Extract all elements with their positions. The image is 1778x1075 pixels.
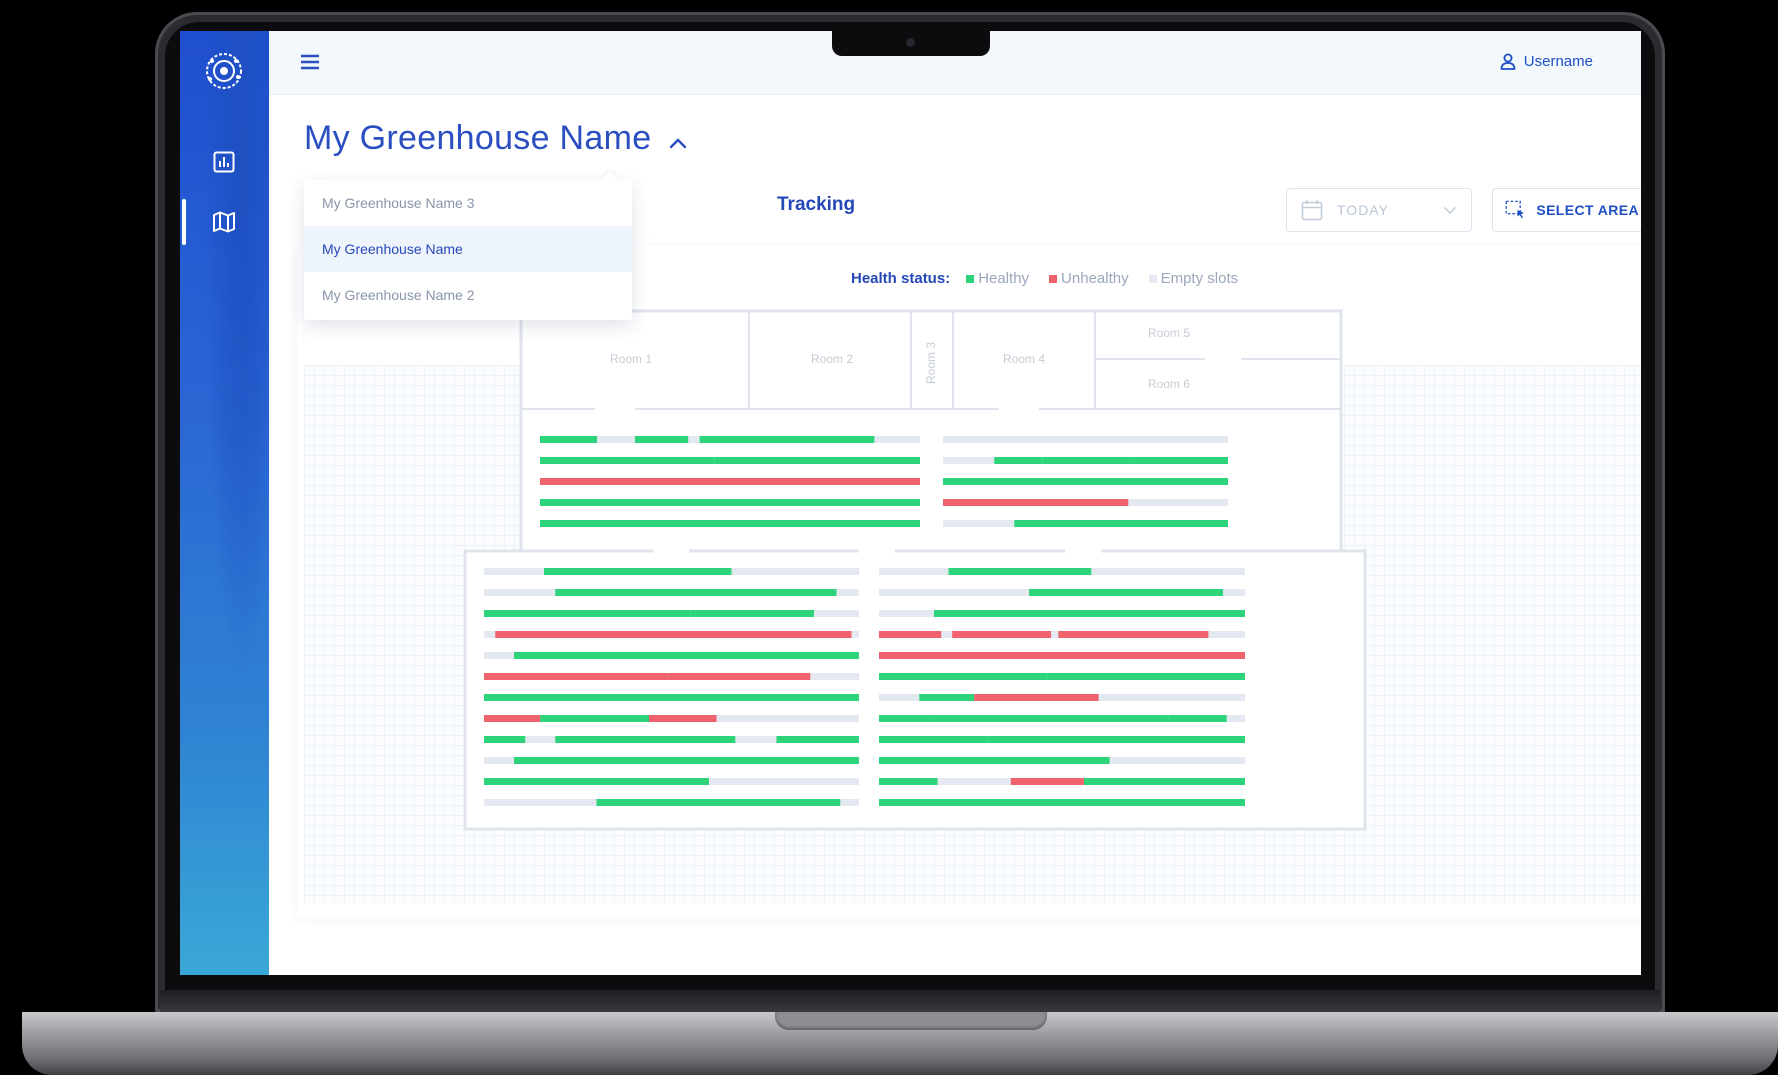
healthy-plant-segment[interactable] <box>484 778 709 785</box>
healthy-plant-segment[interactable] <box>879 778 938 785</box>
room-label: Room 6 <box>1148 377 1190 391</box>
unhealthy-plant-segment[interactable] <box>1058 631 1209 638</box>
door <box>1065 545 1101 557</box>
door <box>999 403 1039 415</box>
unhealthy-plant-segment[interactable] <box>952 631 1052 638</box>
healthy-plant-segment[interactable] <box>1047 673 1245 680</box>
app-screen: Username My Greenhouse Name Tracking TOD… <box>180 31 1641 975</box>
unhealthy-plant-segment[interactable] <box>1010 778 1084 785</box>
healthy-plant-segment[interactable] <box>555 736 736 743</box>
unhealthy-plant-segment[interactable] <box>791 631 852 638</box>
healthy-plant-segment[interactable] <box>1133 457 1228 464</box>
healthy-plant-segment[interactable] <box>484 694 859 701</box>
dropdown-item[interactable]: My Greenhouse Name 3 <box>304 180 632 226</box>
healthy-plant-segment[interactable] <box>1029 589 1224 596</box>
unhealthy-plant-segment[interactable] <box>495 631 582 638</box>
healthy-plant-segment[interactable] <box>540 715 649 722</box>
healthy-plant-segment[interactable] <box>514 757 709 764</box>
laptop-mockup: Username My Greenhouse Name Tracking TOD… <box>0 0 1778 1075</box>
unhealthy-plant-segment[interactable] <box>943 499 1129 506</box>
bar-chart-icon <box>213 151 235 173</box>
healthy-plant-segment[interactable] <box>879 757 1110 764</box>
healthy-plant-segment[interactable] <box>943 478 1228 485</box>
camera-dot <box>906 38 915 47</box>
door <box>859 545 895 557</box>
healthy-plant-segment[interactable] <box>555 589 837 596</box>
sidebar <box>180 31 269 975</box>
unhealthy-plant-segment[interactable] <box>649 715 717 722</box>
sidebar-item-dashboard[interactable] <box>207 145 241 179</box>
unhealthy-plant-segment[interactable] <box>544 673 668 680</box>
healthy-plant-segment[interactable] <box>544 568 732 575</box>
door <box>1205 353 1241 365</box>
unhealthy-plant-segment[interactable] <box>540 478 666 485</box>
unhealthy-plant-segment[interactable] <box>484 673 544 680</box>
healthy-plant-segment[interactable] <box>1168 715 1227 722</box>
room-label: Room 1 <box>610 352 652 366</box>
healthy-plant-segment[interactable] <box>919 694 975 701</box>
healthy-plant-segment[interactable] <box>879 673 1048 680</box>
laptop-thumb-notch <box>775 1012 1047 1030</box>
healthy-plant-segment[interactable] <box>1098 610 1245 617</box>
healthy-plant-segment[interactable] <box>709 757 859 764</box>
unhealthy-plant-segment[interactable] <box>879 652 1245 659</box>
healthy-plant-segment[interactable] <box>484 736 526 743</box>
user-icon <box>1500 53 1516 70</box>
unhealthy-plant-segment[interactable] <box>484 715 541 722</box>
healthy-plant-segment[interactable] <box>514 652 574 659</box>
user-menu[interactable]: Username <box>1500 53 1593 70</box>
healthy-plant-segment[interactable] <box>1083 778 1245 785</box>
healthy-plant-segment[interactable] <box>879 715 931 722</box>
healthy-plant-segment[interactable] <box>540 436 597 443</box>
healthy-plant-segment[interactable] <box>597 499 920 506</box>
healthy-plant-segment[interactable] <box>690 610 814 617</box>
unhealthy-plant-segment[interactable] <box>581 631 792 638</box>
map-icon <box>213 211 235 233</box>
greenhouse-dropdown: My Greenhouse Name 3 My Greenhouse Name … <box>304 180 632 320</box>
healthy-plant-segment[interactable] <box>484 610 691 617</box>
healthy-plant-segment[interactable] <box>574 652 859 659</box>
plant-row-track <box>943 436 1228 443</box>
healthy-plant-segment[interactable] <box>540 499 597 506</box>
healthy-plant-segment[interactable] <box>776 736 860 743</box>
healthy-plant-segment[interactable] <box>879 799 1245 806</box>
hamburger-menu-icon[interactable] <box>299 51 321 73</box>
username-label: Username <box>1523 53 1593 70</box>
healthy-plant-segment[interactable] <box>540 457 715 464</box>
healthy-plant-segment[interactable] <box>933 610 1099 617</box>
dropdown-item-selected[interactable]: My Greenhouse Name <box>304 226 632 272</box>
unhealthy-plant-segment[interactable] <box>836 478 920 485</box>
sidebar-active-indicator <box>182 199 186 245</box>
healthy-plant-segment[interactable] <box>635 436 689 443</box>
healthy-plant-segment[interactable] <box>1014 520 1228 527</box>
healthy-plant-segment[interactable] <box>994 457 1043 464</box>
healthy-plant-segment[interactable] <box>930 715 1169 722</box>
door <box>653 545 689 557</box>
healthy-plant-segment[interactable] <box>699 436 875 443</box>
camera-notch <box>832 30 990 56</box>
healthy-plant-segment[interactable] <box>988 736 1245 743</box>
laptop-hinge <box>160 990 1660 1014</box>
main-content: My Greenhouse Name Tracking TODAY SELECT… <box>269 95 1641 975</box>
healthy-plant-segment[interactable] <box>879 736 989 743</box>
room-label: Room 2 <box>811 352 853 366</box>
healthy-plant-segment[interactable] <box>714 457 920 464</box>
room-label: Room 4 <box>1003 352 1045 366</box>
greenhouse-logo-icon[interactable] <box>202 49 246 93</box>
unhealthy-plant-segment[interactable] <box>974 694 1099 701</box>
sidebar-item-map[interactable] <box>207 205 241 239</box>
healthy-plant-segment[interactable] <box>596 799 841 806</box>
room-label: Room 5 <box>1148 326 1190 340</box>
unhealthy-plant-segment[interactable] <box>665 478 837 485</box>
dropdown-item[interactable]: My Greenhouse Name 2 <box>304 272 632 318</box>
unhealthy-plant-segment[interactable] <box>667 673 811 680</box>
healthy-plant-segment[interactable] <box>540 520 920 527</box>
healthy-plant-segment[interactable] <box>948 568 1092 575</box>
unhealthy-plant-segment[interactable] <box>879 631 942 638</box>
room-label: Room 3 <box>924 342 938 384</box>
door <box>595 403 635 415</box>
healthy-plant-segment[interactable] <box>1042 457 1134 464</box>
